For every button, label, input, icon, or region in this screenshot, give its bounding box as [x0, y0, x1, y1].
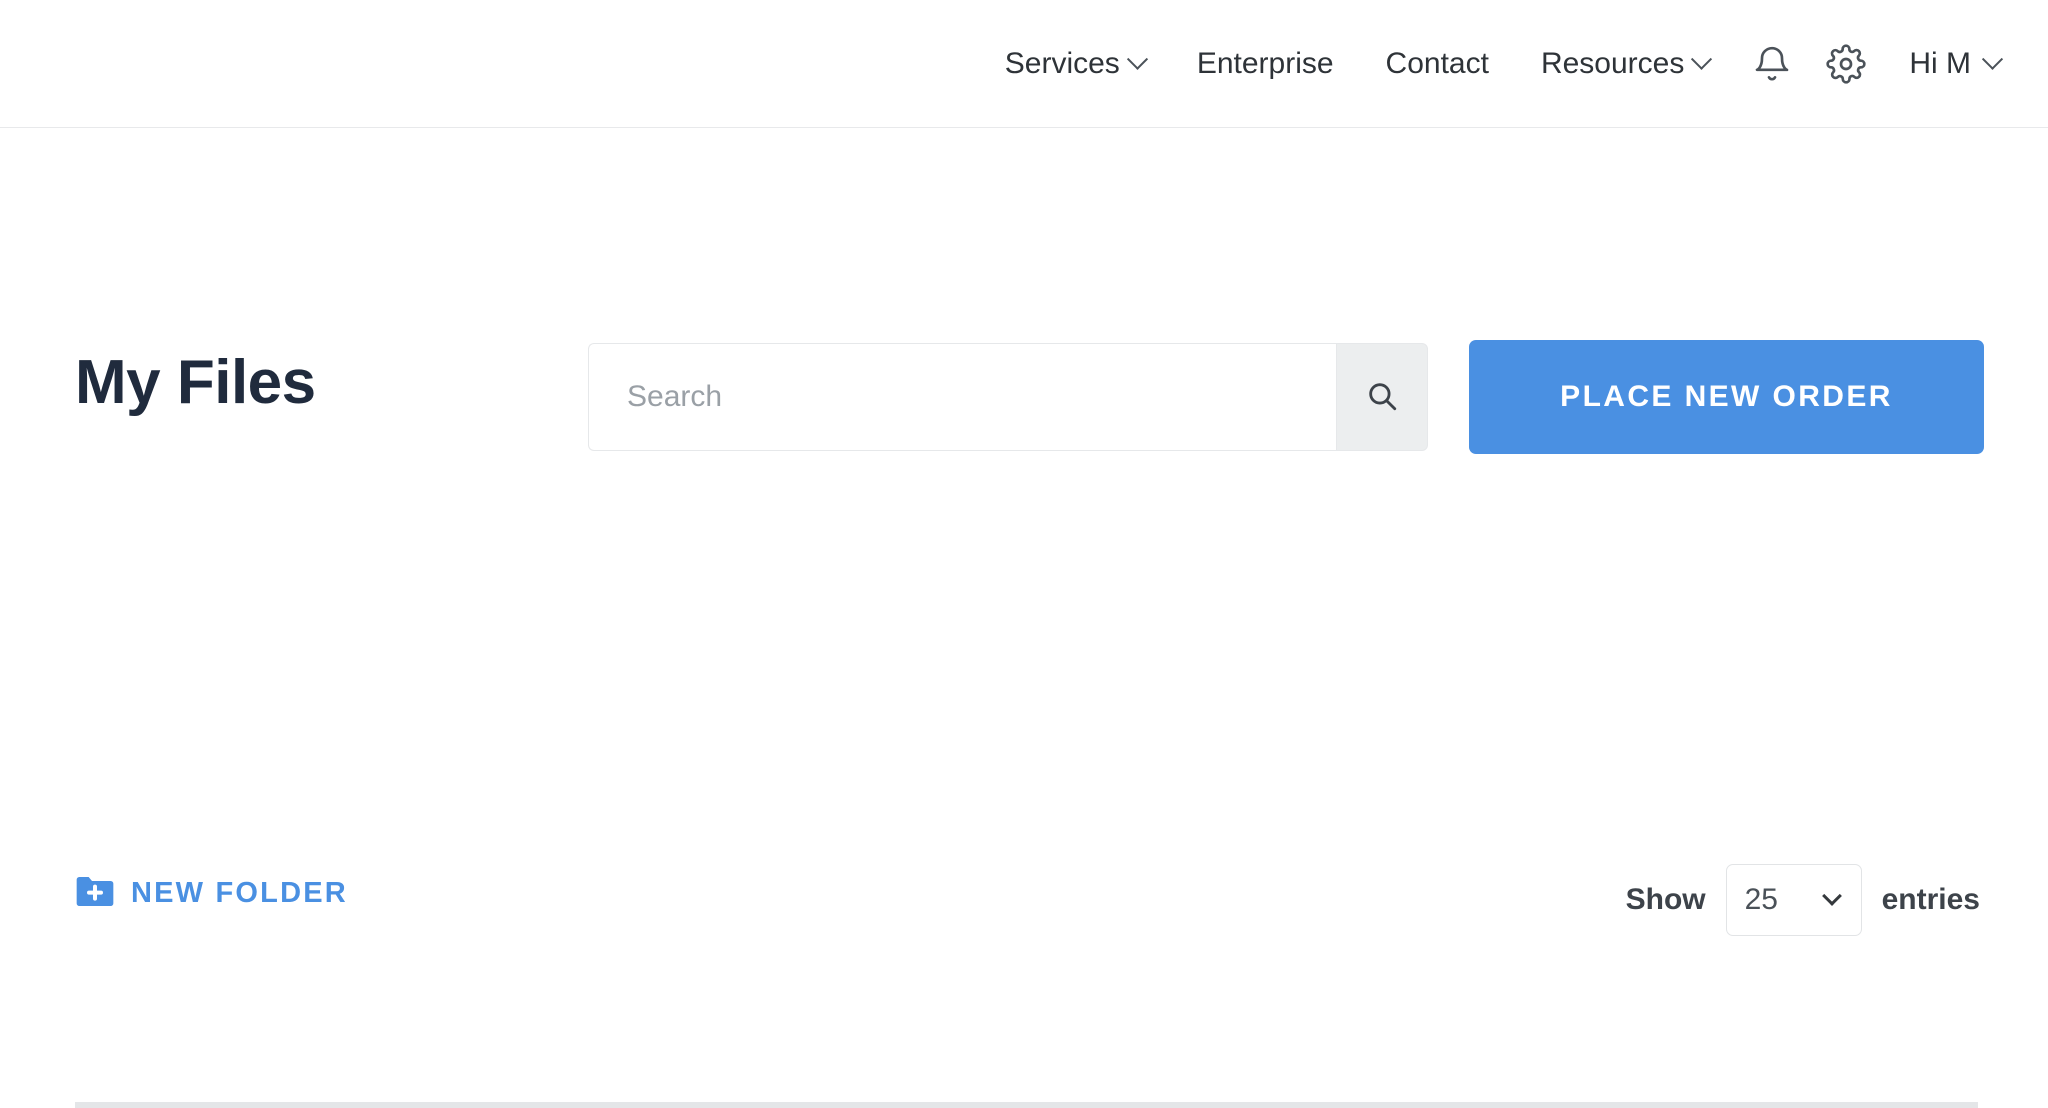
gear-icon [1826, 43, 1866, 84]
nav-item-enterprise[interactable]: Enterprise [1171, 46, 1360, 80]
bell-icon [1752, 43, 1792, 85]
user-menu[interactable]: Hi M [1883, 46, 2004, 81]
new-folder-button[interactable]: NEW FOLDER [75, 874, 348, 913]
user-greeting-label: Hi M [1909, 46, 1971, 80]
settings-button[interactable] [1809, 27, 1883, 101]
top-navigation-bar: Services Enterprise Contact Resources Hi… [0, 0, 2048, 128]
notifications-button[interactable] [1735, 27, 1809, 101]
table-top-band [75, 1102, 1978, 1108]
primary-nav: Services Enterprise Contact Resources Hi… [0, 0, 2048, 127]
nav-item-services-label: Services [1004, 46, 1120, 80]
chevron-down-icon [1126, 48, 1148, 70]
folder-plus-icon [75, 874, 115, 913]
show-entries-control: Show 25 entries [1626, 864, 1980, 936]
nav-item-enterprise-label: Enterprise [1196, 46, 1334, 80]
chevron-down-icon [1691, 48, 1713, 70]
show-label: Show [1625, 883, 1706, 916]
nav-item-contact[interactable]: Contact [1360, 46, 1515, 80]
entries-label: entries [1881, 883, 1980, 916]
chevron-down-icon [1821, 886, 1842, 906]
nav-item-contact-label: Contact [1385, 46, 1489, 80]
files-toolbar: NEW FOLDER Show 25 entries [0, 358, 2048, 936]
nav-item-services[interactable]: Services [1004, 46, 1171, 80]
page-header: My Files PLACE NEW ORDER [0, 128, 2048, 454]
chevron-down-icon [1981, 48, 2004, 70]
nav-item-resources[interactable]: Resources [1515, 46, 1735, 80]
new-folder-label: NEW FOLDER [131, 877, 348, 909]
nav-item-resources-label: Resources [1540, 46, 1685, 80]
entries-per-page-select[interactable]: 25 [1725, 864, 1862, 936]
entries-selected-value: 25 [1744, 883, 1778, 916]
